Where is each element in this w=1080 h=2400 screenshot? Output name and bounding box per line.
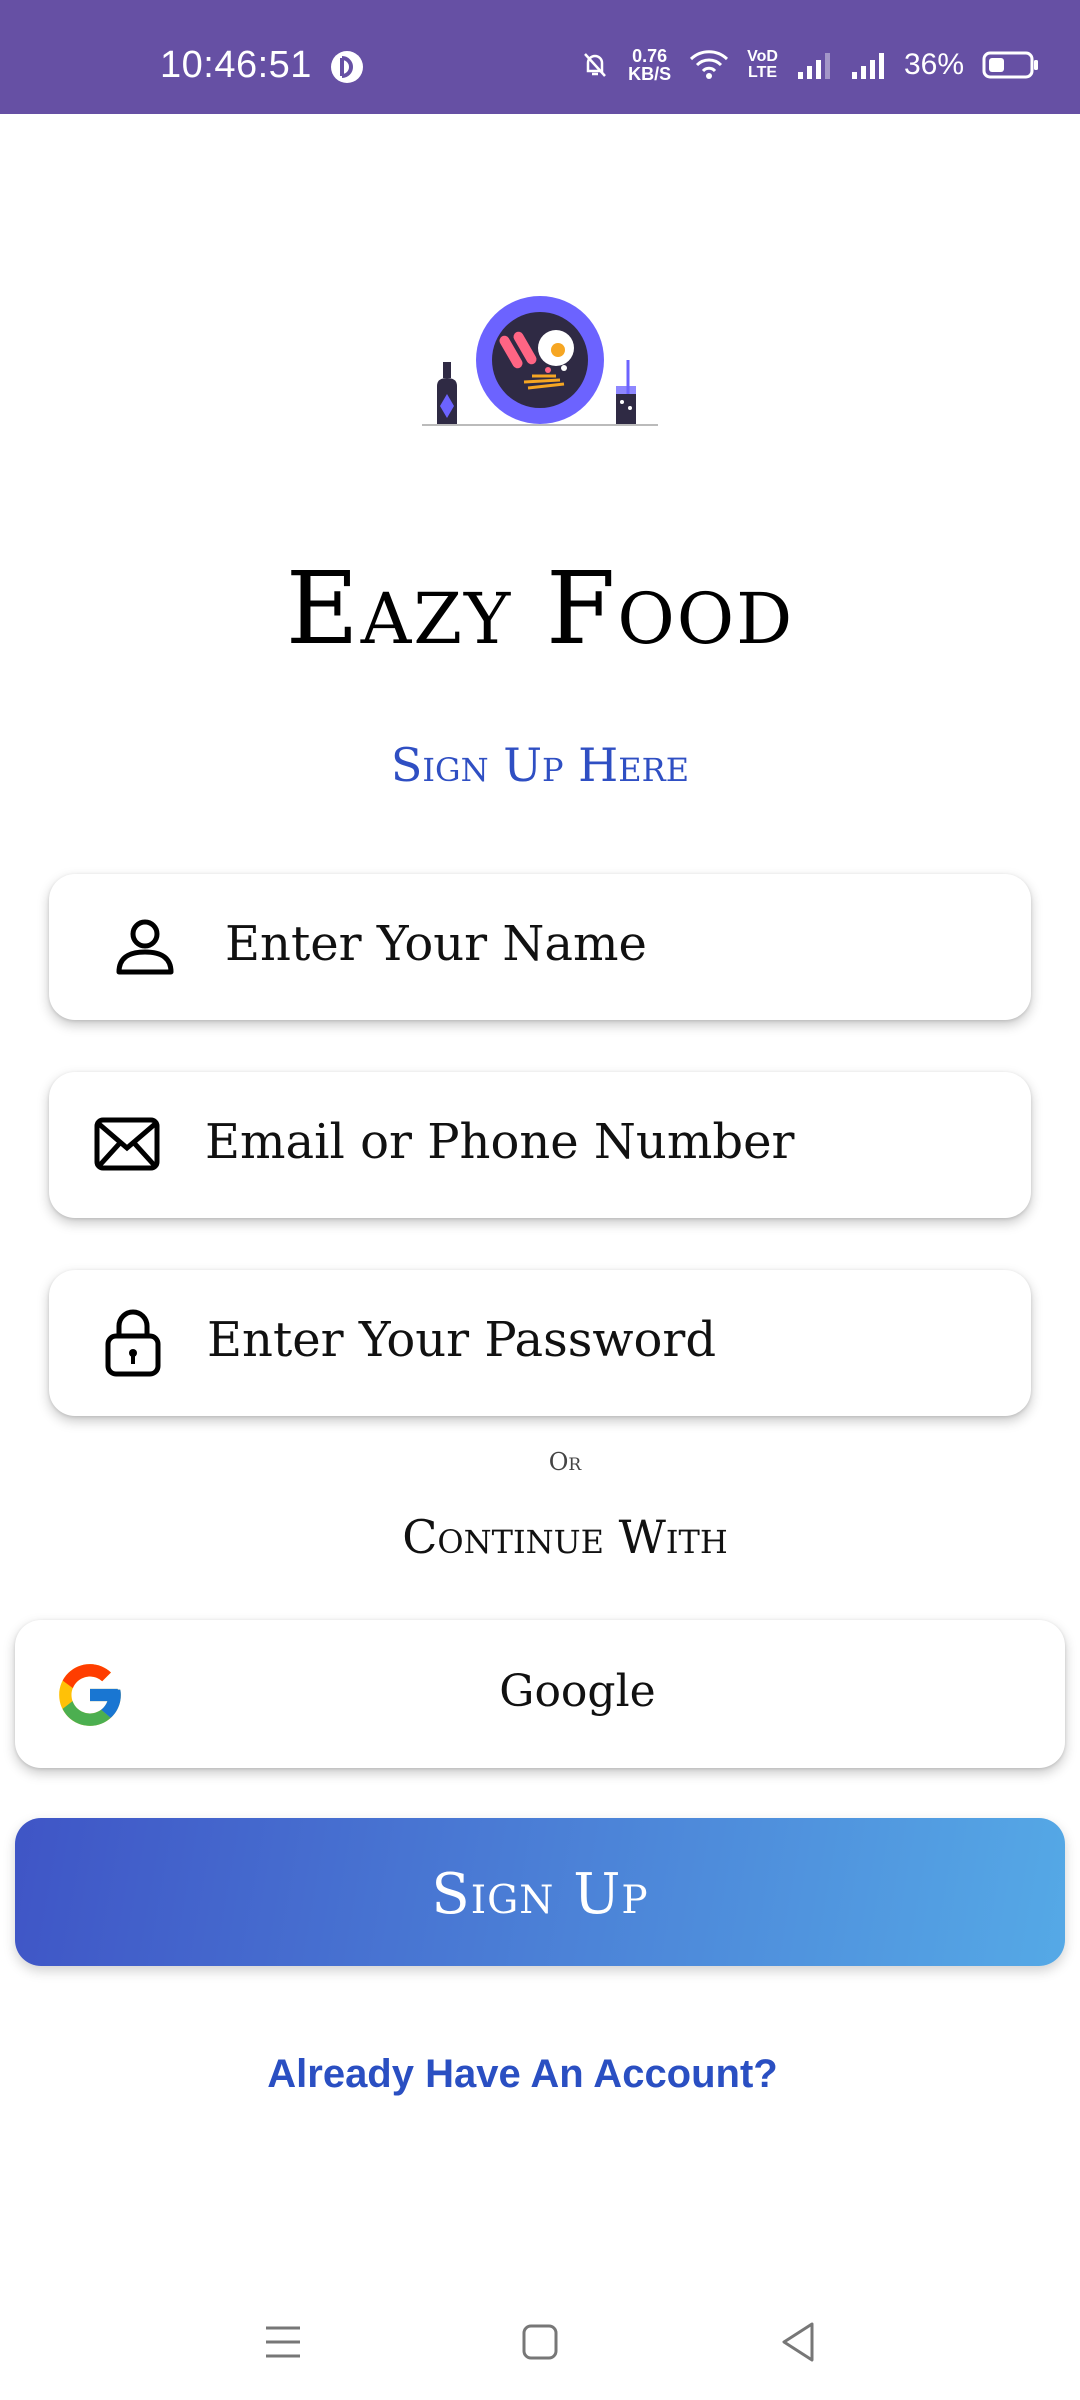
sign-up-button-label: Sign Up <box>431 1862 649 1927</box>
app-title: Eazy Food <box>285 550 795 667</box>
system-nav-bar <box>0 2280 1080 2400</box>
person-icon <box>116 919 174 975</box>
menu-icon[interactable] <box>252 2312 312 2372</box>
google-signin-button[interactable]: Google <box>15 1620 1065 1768</box>
network-speed-value: 0.76 <box>632 46 668 66</box>
volte-indicator: VoD LTE <box>747 49 778 81</box>
google-button-label: Google <box>499 1666 656 1717</box>
battery-percent: 36% <box>903 48 964 81</box>
continue-with-label: Continue With <box>402 1510 728 1564</box>
signal-sim1-icon <box>797 53 830 79</box>
network-speed-unit: KB/S <box>628 64 672 84</box>
back-triangle-icon[interactable] <box>768 2312 828 2372</box>
status-icons: 0.76 KB/S VoD LTE 36% <box>580 40 1040 90</box>
password-field[interactable]: Enter Your Password <box>49 1270 1031 1416</box>
already-have-account-link[interactable]: Already Have An Account? <box>0 2052 1045 2097</box>
name-field[interactable]: Enter Your Name <box>49 874 1031 1020</box>
or-divider: Or <box>548 1448 582 1476</box>
network-speed: 0.76 KB/S <box>628 47 671 83</box>
password-input-placeholder[interactable]: Enter Your Password <box>207 1312 716 1368</box>
email-input-placeholder[interactable]: Email or Phone Number <box>205 1114 794 1170</box>
wifi-icon <box>690 50 729 79</box>
page-subtitle: Sign Up Here <box>390 738 690 792</box>
app-notification-icon <box>331 51 363 83</box>
home-square-icon[interactable] <box>510 2312 570 2372</box>
name-input-placeholder[interactable]: Enter Your Name <box>225 916 647 972</box>
signal-sim2-icon <box>851 53 884 79</box>
sign-up-button[interactable]: Sign Up <box>15 1818 1065 1966</box>
app-logo <box>422 296 658 426</box>
mail-icon <box>94 1117 160 1171</box>
email-field[interactable]: Email or Phone Number <box>49 1072 1031 1218</box>
mute-bell-icon <box>584 53 607 77</box>
battery-icon <box>982 51 1038 79</box>
volte-bottom: LTE <box>748 64 778 81</box>
status-bar: 10:46:51 0.76 KB/S VoD LTE 36% <box>0 0 1080 114</box>
volte-top: VoD <box>747 48 778 65</box>
lock-icon <box>105 1309 161 1377</box>
status-time: 10:46:51 <box>160 44 312 86</box>
